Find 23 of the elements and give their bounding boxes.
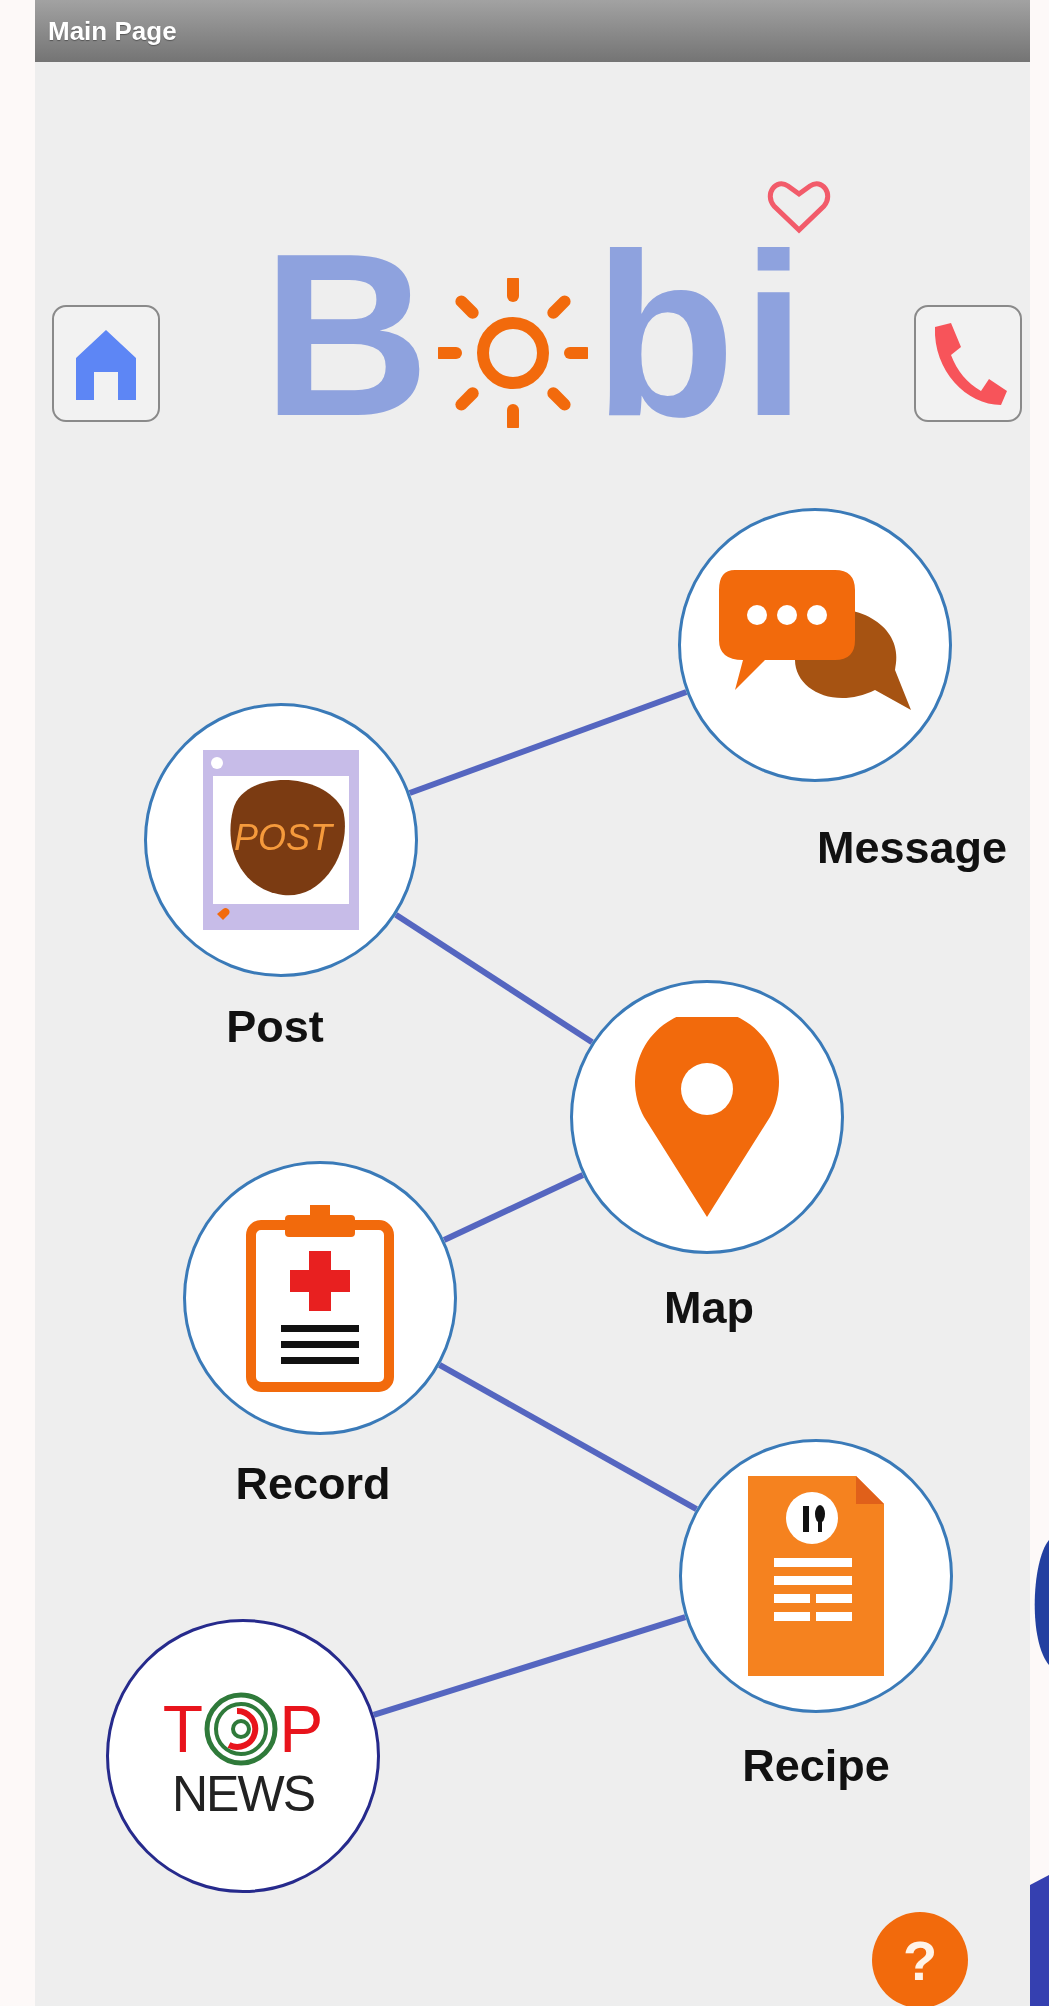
map-pin-icon — [632, 1017, 782, 1217]
window-title: Main Page — [48, 15, 177, 47]
node-label: Message — [816, 822, 1008, 874]
recipe-document-icon — [748, 1476, 884, 1676]
node-label: Record — [235, 1458, 391, 1510]
sun-icon — [437, 278, 588, 428]
news-logo-text: NEWS — [172, 1766, 314, 1822]
node-label: Recipe — [742, 1740, 890, 1792]
home-icon — [74, 327, 138, 400]
node-label: Post — [226, 1001, 324, 1053]
news-logo-text: P — [279, 1695, 324, 1762]
node-label: Map — [664, 1282, 754, 1334]
call-button[interactable] — [914, 305, 1022, 422]
logo-text: bi — [593, 242, 812, 428]
target-icon — [203, 1690, 280, 1767]
menu-node[interactable]: POST — [144, 703, 418, 977]
help-button[interactable]: ? — [872, 1912, 968, 2006]
clipboard-icon — [245, 1203, 395, 1393]
news-node[interactable]: T P NEWS — [106, 1619, 380, 1893]
home-button[interactable] — [52, 305, 160, 422]
post-icon: POST — [203, 750, 359, 930]
logo-text: B — [262, 242, 430, 428]
news-logo-text: T — [162, 1695, 204, 1762]
